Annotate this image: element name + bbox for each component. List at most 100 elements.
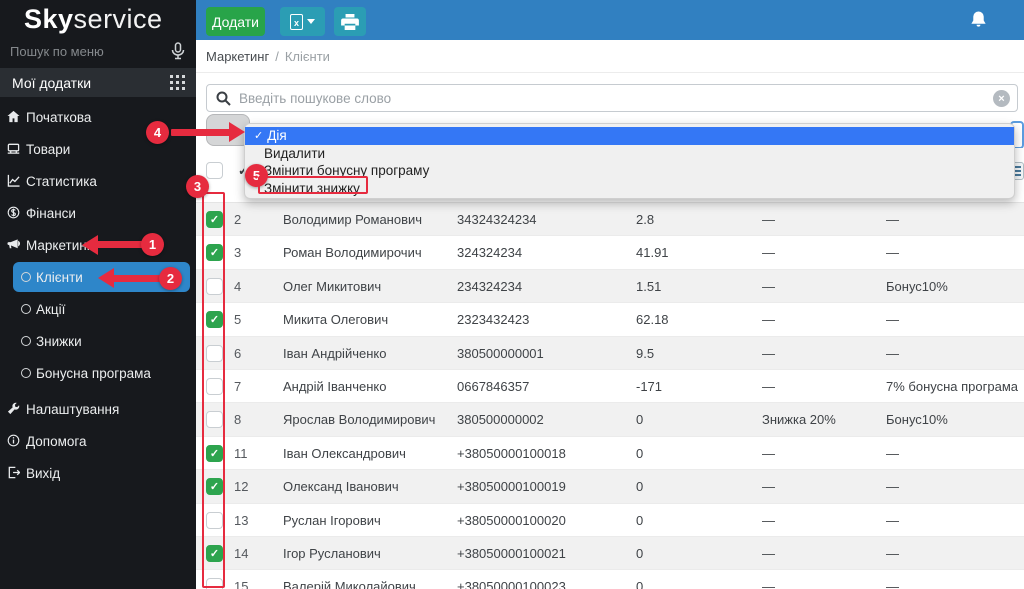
logo-sky: Sky bbox=[24, 4, 74, 34]
client-balance: 1.51 bbox=[636, 278, 662, 294]
breadcrumb-section[interactable]: Маркетинг bbox=[206, 49, 269, 64]
search-input[interactable] bbox=[239, 86, 979, 110]
client-balance: 41.91 bbox=[636, 245, 669, 261]
client-balance: 62.18 bbox=[636, 312, 669, 328]
print-icon bbox=[341, 13, 359, 30]
row-number: 4 bbox=[234, 278, 242, 294]
sidebar-nav: Початкова Товари Статистика Фінанси Маркетин… bbox=[0, 101, 196, 489]
sidebar-item-label: Початкова bbox=[26, 109, 92, 125]
client-discount: — bbox=[762, 212, 775, 227]
client-phone: +38050000100020 bbox=[457, 512, 566, 528]
sidebar-item-nalashtuvannia[interactable]: Налаштування bbox=[0, 393, 196, 425]
client-discount: — bbox=[762, 579, 775, 589]
bell-icon[interactable] bbox=[969, 10, 988, 30]
sidebar-item-label: Вихід bbox=[26, 465, 61, 481]
client-discount: Знижка 20% bbox=[762, 412, 836, 428]
sidebar-item-dopomoga[interactable]: Допомога bbox=[0, 425, 196, 457]
table-row[interactable]: 7 Андрій Іванченко 0667846357 -171 — 7% бонус… bbox=[196, 369, 1024, 404]
row-number: 2 bbox=[234, 212, 242, 227]
table-row[interactable]: 4 Олег Микитович 234324234 1.51 — Бонус10% bbox=[196, 269, 1024, 304]
annotation-arrowhead-1 bbox=[82, 235, 98, 255]
client-balance: 0 bbox=[636, 512, 644, 528]
home-icon bbox=[7, 110, 21, 124]
marketing-icon bbox=[7, 238, 21, 252]
client-name: Ігор Русланович bbox=[283, 545, 381, 561]
sidebar-item-label: Налаштування bbox=[26, 401, 120, 417]
breadcrumb-page: Клієнти bbox=[284, 48, 330, 64]
client-discount: — bbox=[762, 378, 775, 394]
search-icon bbox=[216, 91, 231, 106]
menu-search bbox=[0, 40, 196, 64]
client-phone: 380500000001 bbox=[457, 345, 544, 361]
client-phone: 324324234 bbox=[457, 245, 523, 261]
breadcrumb: Маркетинг / Клієнти bbox=[196, 40, 1024, 73]
annotation-rect-3 bbox=[202, 192, 225, 588]
dropdown-item-label: Видалити bbox=[264, 145, 326, 161]
sidebar-item-aktsii[interactable]: Акції bbox=[0, 293, 196, 325]
client-discount: — bbox=[762, 278, 775, 294]
client-bonus: — bbox=[886, 545, 899, 561]
dropdown-item-label: Дія bbox=[267, 128, 287, 144]
dropdown-item-дія[interactable]: ✓ Дія bbox=[245, 127, 1014, 145]
circle-icon bbox=[21, 368, 31, 378]
client-bonus: 7% бонусна програма bbox=[886, 378, 1018, 394]
sidebar-item-label: Статистика bbox=[26, 173, 97, 189]
client-discount: — bbox=[762, 345, 775, 361]
client-name: Іван Олександрович bbox=[283, 445, 406, 461]
sidebar-item-znyzhky[interactable]: Знижки bbox=[0, 325, 196, 357]
row-number: 12 bbox=[234, 479, 249, 495]
table-row[interactable]: ✓ 5 Микита Олегович 2323432423 62.18— — bbox=[196, 303, 1024, 337]
client-name: Микита Олегович bbox=[283, 312, 389, 328]
row-number: 5 bbox=[234, 312, 242, 328]
table-row[interactable]: 15 Валерій Миколайович +38050000100023 0 — — bbox=[196, 570, 1024, 589]
client-name: Руслан Ігорович bbox=[283, 512, 381, 528]
table-search: × bbox=[206, 84, 1018, 112]
client-balance: -171 bbox=[636, 378, 663, 394]
table-row[interactable]: ✓ 11 Іван Олександрович +38050000100018 0— — bbox=[196, 436, 1024, 471]
table-row[interactable]: ✓ 14 Ігор Русланович +38050000100021 0— — bbox=[196, 536, 1024, 571]
client-bonus: — bbox=[886, 345, 899, 361]
print-button[interactable] bbox=[334, 7, 366, 36]
sidebar-item-statystyka[interactable]: Статистика bbox=[0, 165, 196, 197]
client-balance: 2.8 bbox=[636, 212, 655, 227]
finance-icon bbox=[7, 206, 21, 220]
clear-search-icon[interactable]: × bbox=[993, 90, 1010, 107]
client-bonus: Бонус10% bbox=[886, 412, 948, 428]
sidebar-item-vykhid[interactable]: Вихід bbox=[0, 457, 196, 489]
sidebar-item-bonusna-programa[interactable]: Бонусна програма bbox=[0, 357, 196, 389]
dropdown-item-видалити[interactable]: Видалити bbox=[245, 145, 1014, 163]
table-row[interactable]: ✓ 3 Роман Володимирочич 324324234 41.91— — bbox=[196, 236, 1024, 270]
client-discount: — bbox=[762, 512, 775, 528]
excel-export-button[interactable]: x bbox=[280, 7, 325, 36]
menu-search-input[interactable] bbox=[10, 40, 160, 62]
client-name: Олександ Іванович bbox=[283, 479, 399, 495]
client-bonus: — bbox=[886, 312, 899, 328]
add-button[interactable]: Додати bbox=[206, 7, 265, 36]
exit-icon bbox=[7, 466, 21, 480]
client-phone: 2323432423 bbox=[457, 312, 530, 328]
products-icon bbox=[7, 142, 21, 156]
my-apps-label: Мої додатки bbox=[12, 74, 92, 91]
table-row[interactable]: 6 Іван Андрійченко 380500000001 9.5 — — bbox=[196, 336, 1024, 370]
microphone-icon[interactable] bbox=[170, 42, 186, 60]
client-bonus: Бонус10% bbox=[886, 278, 948, 294]
table-row[interactable]: ✓ 12 Олександ Іванович +38050000100019 0— — bbox=[196, 470, 1024, 504]
row-number: 13 bbox=[234, 512, 249, 528]
table-row[interactable]: ✓ 2 Володимир Романович 34324324234 2.8— — bbox=[196, 203, 1024, 237]
client-name: Андрій Іванченко bbox=[283, 378, 387, 394]
annotation-circle-1: 1 bbox=[141, 233, 164, 256]
circle-icon bbox=[21, 272, 31, 282]
table-row[interactable]: 13 Руслан Ігорович +38050000100020 0 — — bbox=[196, 503, 1024, 537]
select-all-checkbox[interactable] bbox=[206, 162, 223, 179]
client-balance: 0 bbox=[636, 412, 644, 428]
table-row[interactable]: 8 Ярослав Володимирович 380500000002 0 Знижк… bbox=[196, 403, 1024, 437]
sidebar-item-finansy[interactable]: Фінанси bbox=[0, 197, 196, 229]
client-name: Олег Микитович bbox=[283, 278, 382, 294]
my-apps-bar[interactable]: Мої додатки bbox=[0, 68, 196, 97]
logo: Skyservice bbox=[24, 4, 163, 35]
row-number: 8 bbox=[234, 412, 242, 428]
client-name: Роман Володимирочич bbox=[283, 245, 422, 261]
client-balance: 0 bbox=[636, 545, 644, 561]
client-bonus: — bbox=[886, 212, 899, 227]
client-name: Володимир Романович bbox=[283, 212, 423, 227]
